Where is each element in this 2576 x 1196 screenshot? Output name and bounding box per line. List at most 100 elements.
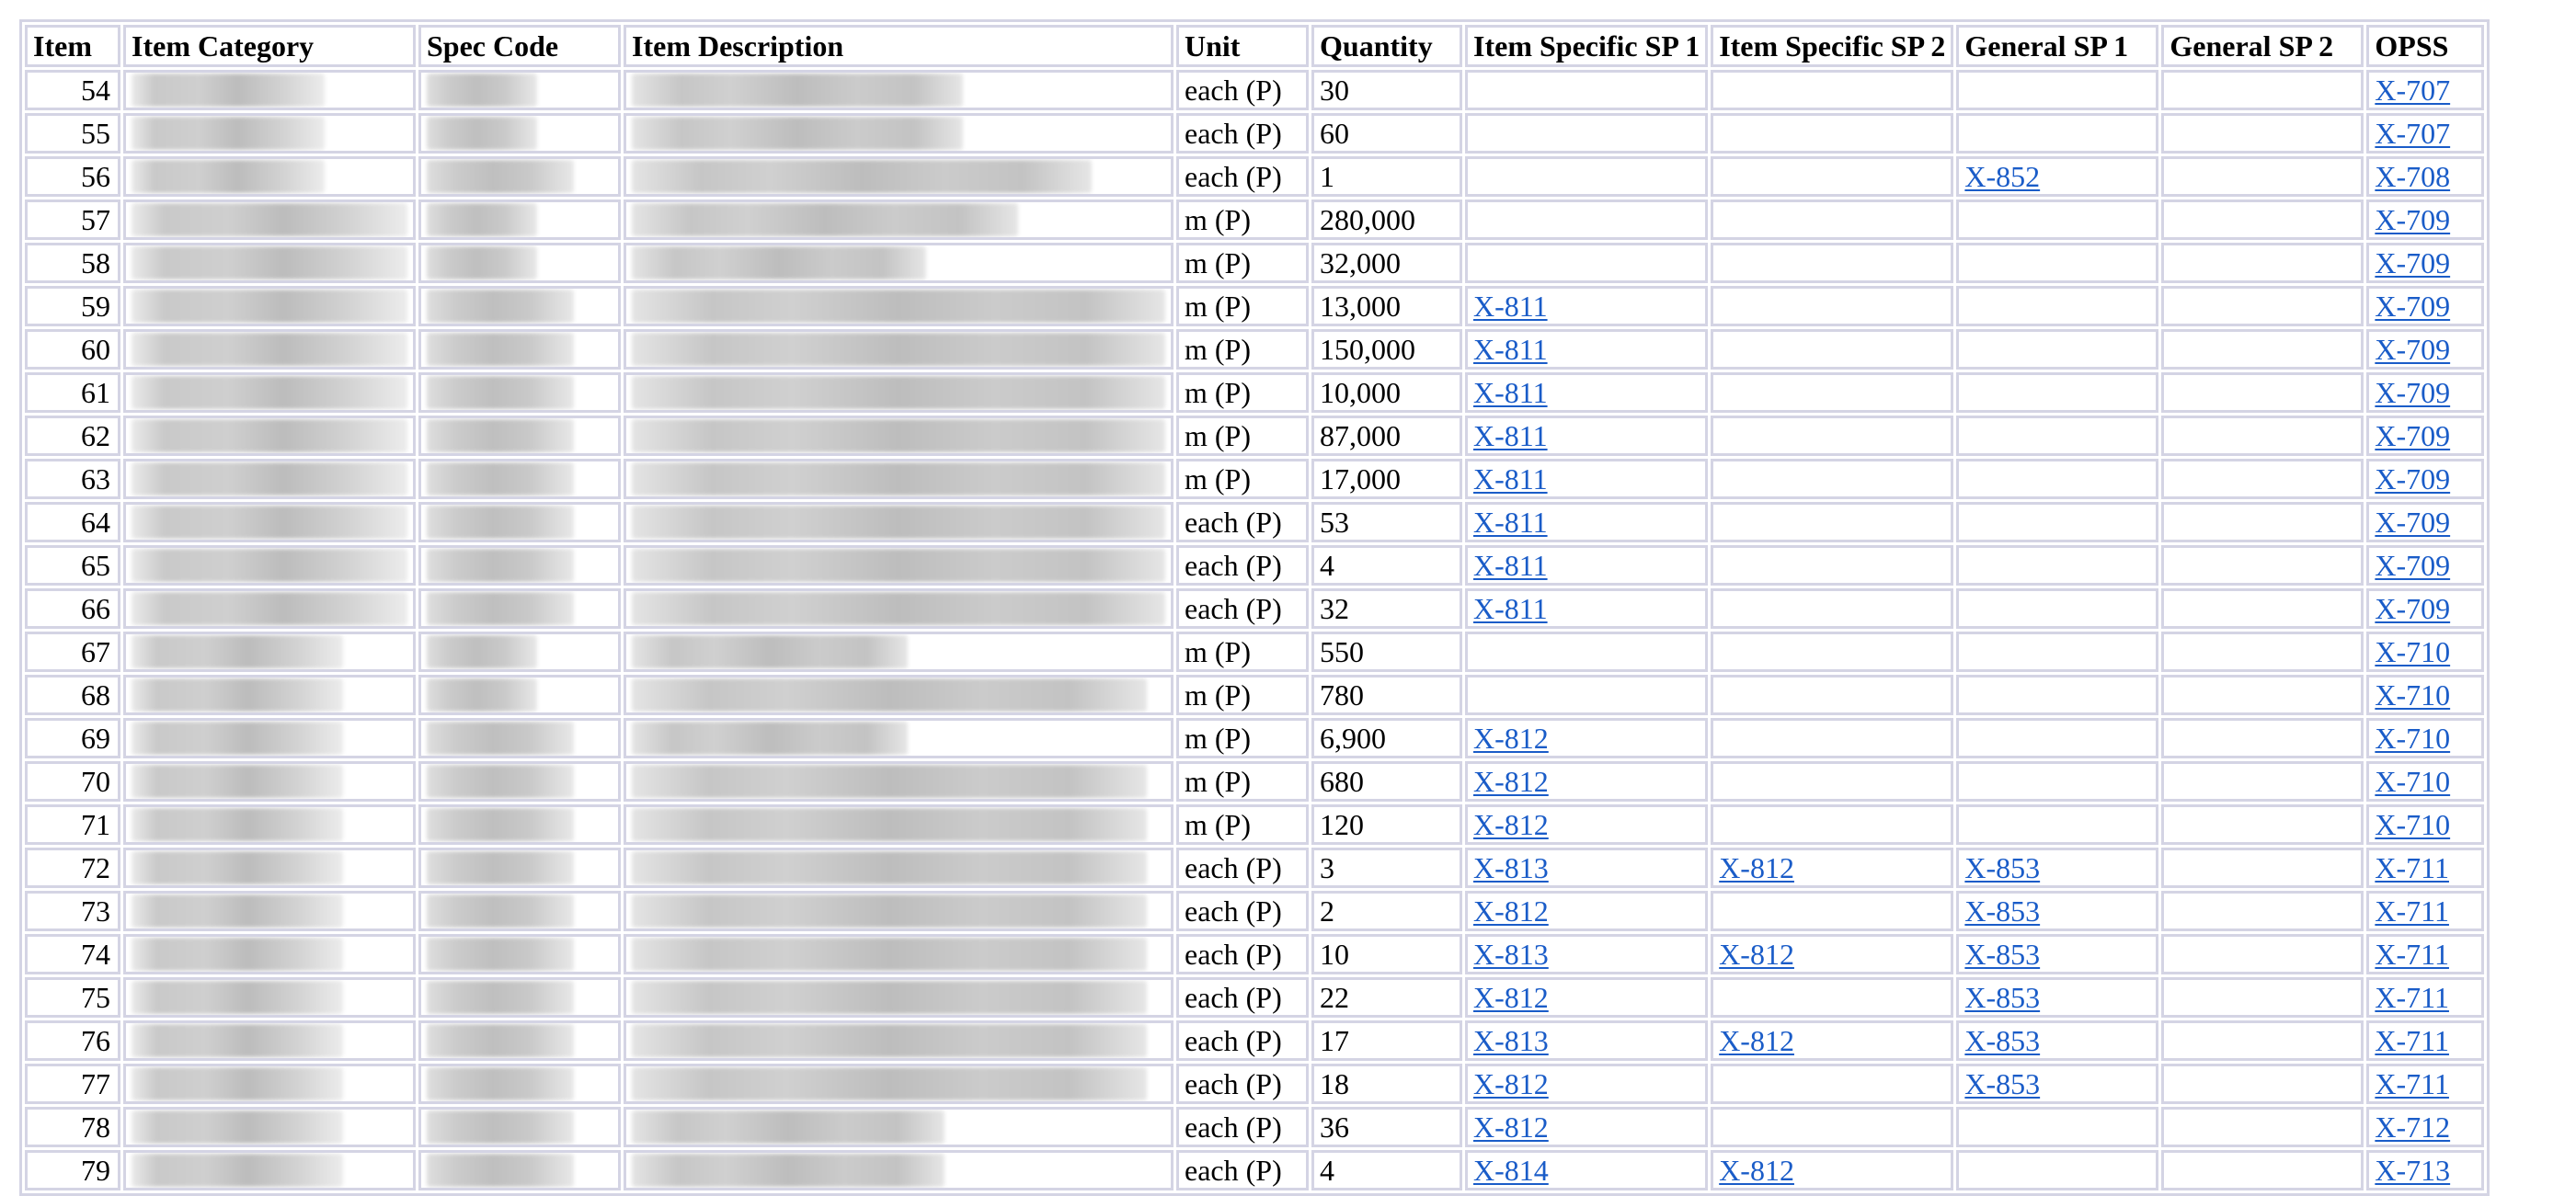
unit-cell: m (P) [1176, 372, 1309, 413]
gsp1-link[interactable]: X-853 [1964, 1067, 2040, 1100]
isp1-link[interactable]: X-813 [1473, 851, 1549, 884]
opss-link[interactable]: X-709 [2375, 333, 2450, 366]
item-number: 54 [25, 70, 120, 110]
header-unit: Unit [1176, 25, 1309, 67]
opss-link[interactable]: X-711 [2375, 1024, 2449, 1057]
header-item-specific-sp2: Item Specific SP 2 [1711, 25, 1954, 67]
isp1-link[interactable]: X-812 [1473, 1111, 1549, 1144]
gsp1-link[interactable]: X-853 [1964, 1024, 2040, 1057]
item-description-cell [624, 113, 1174, 154]
isp2-cell [1711, 459, 1954, 499]
isp2-link[interactable]: X-812 [1719, 851, 1794, 884]
gsp1-link[interactable]: X-852 [1964, 160, 2040, 193]
isp1-link[interactable]: X-812 [1473, 981, 1549, 1014]
opss-link[interactable]: X-709 [2375, 203, 2450, 236]
isp1-link[interactable]: X-811 [1473, 549, 1548, 582]
isp1-link[interactable]: X-811 [1473, 506, 1548, 539]
gsp1-cell [1956, 632, 2159, 672]
isp1-link[interactable]: X-812 [1473, 765, 1549, 798]
opss-link[interactable]: X-710 [2375, 678, 2450, 712]
item-category-cell [123, 502, 416, 542]
isp1-link[interactable]: X-813 [1473, 938, 1549, 971]
isp2-cell: X-812 [1711, 848, 1954, 888]
opss-cell: X-710 [2366, 675, 2485, 715]
item-category-cell [123, 934, 416, 974]
redacted-text [427, 938, 574, 971]
isp1-link[interactable]: X-814 [1473, 1154, 1549, 1187]
redacted-text [632, 160, 1092, 193]
opss-link[interactable]: X-710 [2375, 765, 2450, 798]
isp2-cell: X-812 [1711, 1020, 1954, 1061]
opss-link[interactable]: X-707 [2375, 74, 2450, 107]
opss-link[interactable]: X-710 [2375, 635, 2450, 668]
opss-link[interactable]: X-711 [2375, 981, 2449, 1014]
table-row: 76 each (P) 17 X-813 X-812 X-853 X-711 [25, 1020, 2485, 1061]
redacted-text [132, 765, 343, 798]
opss-link[interactable]: X-710 [2375, 722, 2450, 755]
gsp1-link[interactable]: X-853 [1964, 938, 2040, 971]
isp1-link[interactable]: X-812 [1473, 894, 1549, 928]
isp1-link[interactable]: X-811 [1473, 376, 1548, 409]
redacted-text [427, 246, 537, 279]
gsp1-link[interactable]: X-853 [1964, 851, 2040, 884]
gsp1-cell [1956, 588, 2159, 629]
isp2-link[interactable]: X-812 [1719, 1154, 1794, 1187]
quantity-cell: 36 [1311, 1107, 1462, 1147]
opss-link[interactable]: X-711 [2375, 938, 2449, 971]
isp1-cell: X-812 [1465, 804, 1709, 845]
isp1-link[interactable]: X-811 [1473, 462, 1548, 495]
opss-link[interactable]: X-711 [2375, 1067, 2449, 1100]
opss-link[interactable]: X-709 [2375, 592, 2450, 625]
isp2-cell [1711, 70, 1954, 110]
isp1-link[interactable]: X-813 [1473, 1024, 1549, 1057]
isp1-link[interactable]: X-812 [1473, 808, 1549, 841]
gsp2-cell [2161, 1150, 2364, 1190]
isp1-link[interactable]: X-811 [1473, 290, 1548, 323]
isp1-cell: X-813 [1465, 848, 1709, 888]
opss-link[interactable]: X-711 [2375, 894, 2449, 928]
item-number: 55 [25, 113, 120, 154]
isp1-link[interactable]: X-812 [1473, 1067, 1549, 1100]
isp1-link[interactable]: X-811 [1473, 592, 1548, 625]
opss-link[interactable]: X-712 [2375, 1111, 2450, 1144]
opss-link[interactable]: X-710 [2375, 808, 2450, 841]
opss-link[interactable]: X-709 [2375, 290, 2450, 323]
opss-link[interactable]: X-709 [2375, 506, 2450, 539]
quantity-cell: 53 [1311, 502, 1462, 542]
opss-cell: X-709 [2366, 372, 2485, 413]
gsp2-cell [2161, 761, 2364, 802]
opss-link[interactable]: X-711 [2375, 851, 2449, 884]
opss-cell: X-707 [2366, 113, 2485, 154]
gsp2-cell [2161, 545, 2364, 586]
isp1-link[interactable]: X-812 [1473, 722, 1549, 755]
gsp2-cell [2161, 286, 2364, 326]
item-description-cell [624, 1107, 1174, 1147]
redacted-text [632, 419, 1165, 452]
gsp1-link[interactable]: X-853 [1964, 894, 2040, 928]
opss-link[interactable]: X-713 [2375, 1154, 2450, 1187]
opss-link[interactable]: X-708 [2375, 160, 2450, 193]
gsp1-cell [1956, 113, 2159, 154]
unit-cell: m (P) [1176, 804, 1309, 845]
unit-cell: each (P) [1176, 1150, 1309, 1190]
item-number: 64 [25, 502, 120, 542]
spec-code-cell [418, 1064, 621, 1104]
isp2-link[interactable]: X-812 [1719, 1024, 1794, 1057]
opss-link[interactable]: X-709 [2375, 246, 2450, 279]
opss-link[interactable]: X-707 [2375, 117, 2450, 150]
isp1-link[interactable]: X-811 [1473, 333, 1548, 366]
isp2-cell [1711, 113, 1954, 154]
isp2-link[interactable]: X-812 [1719, 938, 1794, 971]
isp1-cell: X-811 [1465, 545, 1709, 586]
opss-link[interactable]: X-709 [2375, 376, 2450, 409]
opss-cell: X-709 [2366, 459, 2485, 499]
isp1-link[interactable]: X-811 [1473, 419, 1548, 452]
isp1-cell: X-812 [1465, 761, 1709, 802]
opss-link[interactable]: X-709 [2375, 419, 2450, 452]
opss-link[interactable]: X-709 [2375, 549, 2450, 582]
isp2-cell [1711, 199, 1954, 240]
gsp1-cell [1956, 286, 2159, 326]
gsp1-link[interactable]: X-853 [1964, 981, 2040, 1014]
opss-link[interactable]: X-709 [2375, 462, 2450, 495]
redacted-text [132, 376, 407, 409]
